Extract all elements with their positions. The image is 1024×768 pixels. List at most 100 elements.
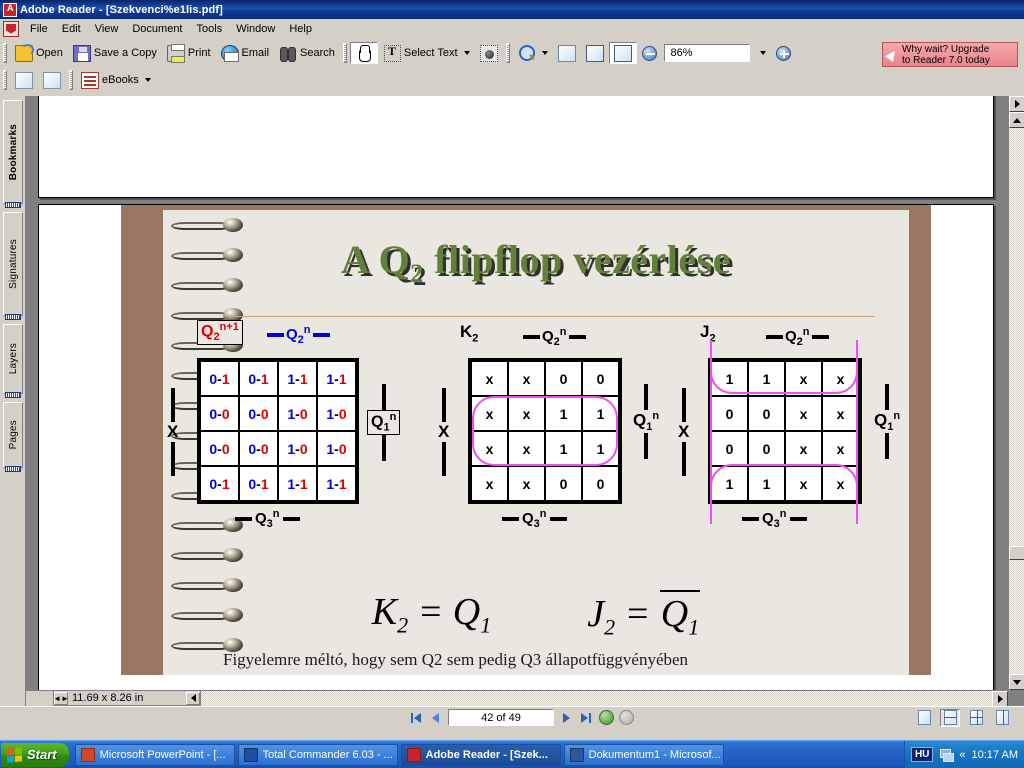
hand-tool-button[interactable]	[349, 42, 378, 64]
toolbar-grip-3[interactable]	[505, 43, 510, 63]
sidebar-tab-bookmarks[interactable]: Bookmarks	[3, 100, 23, 204]
sidebar-grip-1[interactable]	[5, 202, 21, 208]
taskbar-clock[interactable]: 10:17 AM	[972, 749, 1018, 761]
fit-width-button[interactable]	[608, 42, 637, 64]
vscroll-thumb[interactable]	[1009, 546, 1024, 560]
ebooks-button[interactable]: eBooks	[76, 69, 156, 91]
zoom-level-field[interactable]: 86%	[663, 44, 750, 62]
promo-arrow-icon	[887, 49, 899, 61]
menu-view[interactable]: View	[88, 21, 126, 37]
kmap1-cell: 0-1	[239, 361, 278, 396]
kmap3-cell: 1	[748, 361, 785, 396]
tray-expand-chevron-icon[interactable]: «	[959, 749, 965, 761]
system-tray: HU « 10:17 AM	[903, 740, 1024, 768]
network-icon[interactable]	[939, 748, 955, 762]
next-view-button[interactable]	[38, 69, 66, 91]
horizontal-scrollbar[interactable]: ◄► 11.69 x 8.26 in	[26, 690, 1008, 706]
continuous-view-button[interactable]	[940, 708, 960, 727]
zoom-chevron-down-icon[interactable]	[541, 51, 548, 55]
sidebar-grip-3[interactable]	[5, 392, 21, 398]
kmap1-cell: 1-0	[317, 396, 356, 431]
zoom-preset-chevron-down-icon[interactable]	[759, 51, 766, 55]
taskbar-item-word[interactable]: Dokumentum1 - Microsof...	[563, 743, 724, 766]
next-page-button[interactable]	[558, 710, 574, 726]
page-size-collapse-button[interactable]	[186, 691, 200, 705]
toolbar-grip-2[interactable]	[342, 43, 347, 63]
taskbar-item-adobe-reader[interactable]: Adobe Reader - [Szek...	[400, 743, 561, 766]
equation-j2-operator: =	[624, 593, 651, 635]
sidebar-tab-layers[interactable]: Layers	[3, 324, 23, 394]
kmap2-top-label: Q2n	[523, 326, 586, 348]
hscroll-track[interactable]	[186, 691, 992, 706]
zoom-in-button[interactable]	[771, 42, 796, 64]
snapshot-tool-button[interactable]	[475, 42, 503, 64]
toolbar-grip-4[interactable]	[3, 70, 7, 90]
kmap3-cell: 1	[711, 466, 748, 501]
go-forward-button[interactable]	[618, 710, 634, 726]
menu-tools[interactable]: Tools	[190, 21, 230, 37]
toolbar-grip[interactable]	[3, 43, 7, 63]
page-number-field[interactable]: 42 of 49	[448, 709, 554, 726]
vscroll-track[interactable]	[1009, 128, 1024, 674]
sidebar-grip-2[interactable]	[5, 314, 21, 320]
taskbar-item-powerpoint[interactable]: Microsoft PowerPoint - [...	[74, 743, 235, 766]
document-viewport[interactable]: Dr. Tóth Mihály Szekvenciális hálózatok …	[26, 96, 1024, 706]
start-button[interactable]: Start	[1, 742, 69, 767]
page-size-resize-handle[interactable]: ◄►	[53, 691, 69, 705]
menu-edit[interactable]: Edit	[55, 21, 88, 37]
facing-view-button[interactable]	[992, 709, 1012, 727]
save-a-copy-button[interactable]: Save a Copy	[68, 42, 162, 64]
zoom-tool-button[interactable]	[513, 42, 553, 64]
previous-view-button[interactable]	[10, 69, 38, 91]
menu-help[interactable]: Help	[282, 21, 319, 37]
kmap1-top-label: Q2n	[267, 324, 330, 346]
print-button[interactable]: Print	[162, 42, 216, 64]
search-button[interactable]: Search	[274, 42, 340, 64]
go-back-button[interactable]	[598, 710, 614, 726]
email-button[interactable]: Email	[216, 42, 275, 64]
single-page-view-button[interactable]	[914, 709, 934, 727]
scroll-right-button[interactable]	[992, 691, 1008, 706]
taskbar-item-total-commander[interactable]: Total Commander 6.03 - ...	[237, 743, 398, 766]
search-label: Search	[300, 47, 335, 59]
scroll-down-button[interactable]	[1009, 674, 1024, 690]
upgrade-promo-banner[interactable]: Why wait? Upgrade to Reader 7.0 today	[882, 42, 1018, 67]
sidebar-grip-4[interactable]	[5, 466, 21, 472]
select-text-button[interactable]: Select Text	[378, 42, 475, 64]
next-view-icon	[43, 71, 61, 89]
vertical-scrollbar[interactable]	[1008, 96, 1024, 690]
next-page-arrow-button[interactable]	[1009, 96, 1024, 112]
menu-document[interactable]: Document	[125, 21, 189, 37]
menu-file[interactable]: File	[23, 21, 55, 37]
fit-page-button[interactable]	[581, 42, 609, 64]
chevron-down-icon[interactable]	[463, 51, 470, 55]
zoom-preset-dropdown[interactable]	[752, 42, 771, 64]
continuous-facing-view-button[interactable]	[966, 709, 986, 727]
kmap3-grid: 11 xx 00 xx 00 xx 11 xx	[708, 358, 862, 504]
previous-page-button[interactable]	[428, 710, 444, 726]
ebooks-chevron-down-icon[interactable]	[144, 78, 151, 82]
last-page-button[interactable]	[578, 710, 594, 726]
language-indicator[interactable]: HU	[910, 747, 934, 762]
sidebar-tab-signatures[interactable]: Signatures	[3, 212, 23, 316]
toolbar-grip-5[interactable]	[69, 70, 73, 90]
view-mode-group	[914, 708, 1012, 727]
kmap1-cell: 1-1	[278, 361, 317, 396]
zoom-in-icon	[775, 45, 791, 61]
first-page-button[interactable]	[408, 710, 424, 726]
kmap3-bottom-label: Q3n	[742, 508, 807, 530]
zoom-out-button[interactable]	[637, 42, 662, 64]
page-title: A Q2 flipflop vezérlése	[163, 236, 909, 289]
sidebar-tab-pages[interactable]: Pages	[3, 402, 23, 468]
karnaugh-map-k2: K2 Q2n xx 00 xx 11 xx 1 1 x x 0 0 X Q1n …	[438, 322, 659, 530]
previous-page-sheet: Dr. Tóth Mihály Szekvenciális hálózatok …	[38, 96, 994, 198]
kmap1-cell: 1-0	[278, 431, 317, 466]
open-button[interactable]: Open	[10, 42, 68, 64]
actual-size-button[interactable]	[553, 42, 581, 64]
total-commander-icon	[243, 747, 258, 762]
kmap2-cell: 1	[545, 396, 582, 431]
kmap3-cell: 0	[711, 396, 748, 431]
scroll-up-button[interactable]	[1009, 112, 1024, 128]
kmap1-left-label: X	[167, 422, 179, 441]
menu-window[interactable]: Window	[229, 21, 282, 37]
